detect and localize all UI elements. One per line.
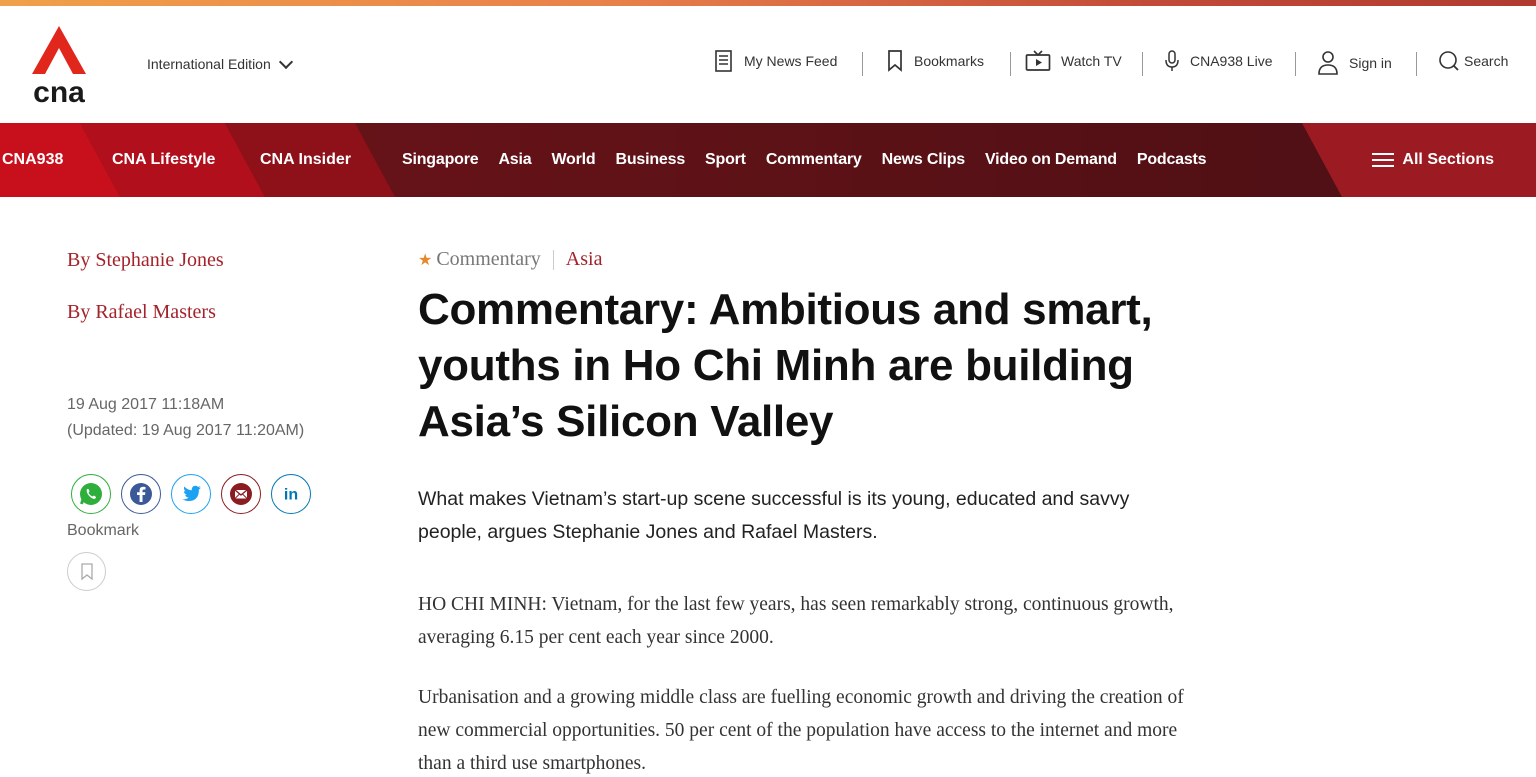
divider: [1142, 52, 1143, 76]
bookmark-label: Bookmark: [67, 522, 140, 539]
cna938-live-link[interactable]: CNA938 Live: [1164, 50, 1273, 72]
bookmark-icon: [888, 50, 902, 72]
bookmarks-link[interactable]: Bookmarks: [886, 50, 984, 72]
nav-news-clips[interactable]: News Clips: [882, 151, 966, 169]
whatsapp-share-button[interactable]: [71, 474, 111, 514]
cna-logo[interactable]: cna: [28, 26, 90, 109]
article-paragraph: HO CHI MINH: Vietnam, for the last few y…: [418, 594, 1174, 648]
nav-asia[interactable]: Asia: [498, 151, 531, 169]
search-icon: [1439, 51, 1459, 71]
linkedin-icon: in: [284, 487, 298, 504]
nav-world[interactable]: World: [551, 151, 595, 169]
divider: [862, 52, 863, 76]
nav-podcasts[interactable]: Podcasts: [1137, 151, 1207, 169]
site-header: cna International Edition My News Feed B…: [0, 6, 1536, 123]
nav-business[interactable]: Business: [615, 151, 685, 169]
svg-text:cna: cna: [33, 76, 85, 106]
sign-in-label: Sign in: [1349, 55, 1392, 71]
divider: [1416, 52, 1417, 76]
all-sections-label: All Sections: [1402, 151, 1494, 168]
facebook-share-button[interactable]: [121, 474, 161, 514]
section-links: Singapore Asia World Business Sport Comm…: [402, 123, 1207, 197]
edition-selector[interactable]: International Edition: [147, 54, 293, 72]
divider: [552, 249, 554, 270]
nav-singapore[interactable]: Singapore: [402, 151, 479, 169]
category-link[interactable]: Commentary: [436, 248, 540, 271]
watch-tv-link[interactable]: Watch TV: [1025, 50, 1122, 72]
news-feed-icon: [715, 50, 732, 72]
whatsapp-icon: [80, 483, 102, 505]
author-link-stephanie-jones[interactable]: By Stephanie Jones: [67, 249, 224, 272]
divider: [1010, 52, 1011, 76]
author-link-rafael-masters[interactable]: By Rafael Masters: [67, 301, 216, 324]
svg-text:in: in: [284, 487, 298, 504]
cna938-live-label: CNA938 Live: [1190, 53, 1273, 69]
sign-in-link[interactable]: Sign in: [1317, 50, 1392, 76]
bookmark-article-button[interactable]: [67, 552, 106, 591]
article-headline: Commentary: Ambitious and smart, youths …: [418, 285, 1153, 446]
linkedin-share-button[interactable]: in: [271, 474, 311, 514]
bookmark-icon: [80, 562, 93, 580]
article-standfirst: What makes Vietnam’s start-up scene succ…: [418, 488, 1130, 543]
star-icon: ★: [418, 251, 433, 269]
nav-commentary[interactable]: Commentary: [766, 151, 862, 169]
twitter-icon: [182, 485, 201, 501]
nav-video-on-demand[interactable]: Video on Demand: [985, 151, 1117, 169]
region-link[interactable]: Asia: [566, 248, 603, 271]
publish-date: 19 Aug 2017 11:18AM: [67, 396, 225, 413]
bookmarks-label: Bookmarks: [914, 53, 985, 69]
nav-cna-lifestyle[interactable]: CNA Lifestyle: [112, 123, 215, 197]
my-news-feed-label: My News Feed: [744, 53, 838, 69]
email-icon: [230, 483, 252, 505]
updated-date: (Updated: 19 Aug 2017 11:20AM): [67, 422, 305, 439]
article-paragraph: Urbanisation and a growing middle class …: [418, 687, 1184, 774]
twitter-share-button[interactable]: [171, 474, 211, 514]
divider: [1295, 52, 1296, 76]
watch-tv-label: Watch TV: [1061, 53, 1122, 69]
nav-cna-insider[interactable]: CNA Insider: [260, 123, 351, 197]
nav-sport[interactable]: Sport: [705, 151, 746, 169]
edition-label: International Edition: [147, 56, 271, 72]
search-label: Search: [1464, 53, 1509, 69]
my-news-feed-link[interactable]: My News Feed: [714, 50, 837, 72]
email-share-button[interactable]: [221, 474, 261, 514]
microphone-icon: [1165, 50, 1179, 71]
facebook-icon: [130, 483, 152, 505]
article-breadcrumb: ★ Commentary Asia: [418, 248, 602, 271]
hamburger-menu-icon: [1372, 153, 1395, 167]
search-link[interactable]: Search: [1438, 50, 1508, 72]
all-sections-button[interactable]: All Sections: [1372, 123, 1494, 197]
user-icon: [1318, 51, 1338, 75]
nav-cna938[interactable]: CNA938: [2, 123, 63, 197]
main-navigation: CNA938 CNA Lifestyle CNA Insider Singapo…: [0, 123, 1536, 197]
tv-icon: [1025, 50, 1051, 71]
chevron-down-icon: [278, 54, 293, 69]
share-buttons: in: [71, 474, 311, 514]
